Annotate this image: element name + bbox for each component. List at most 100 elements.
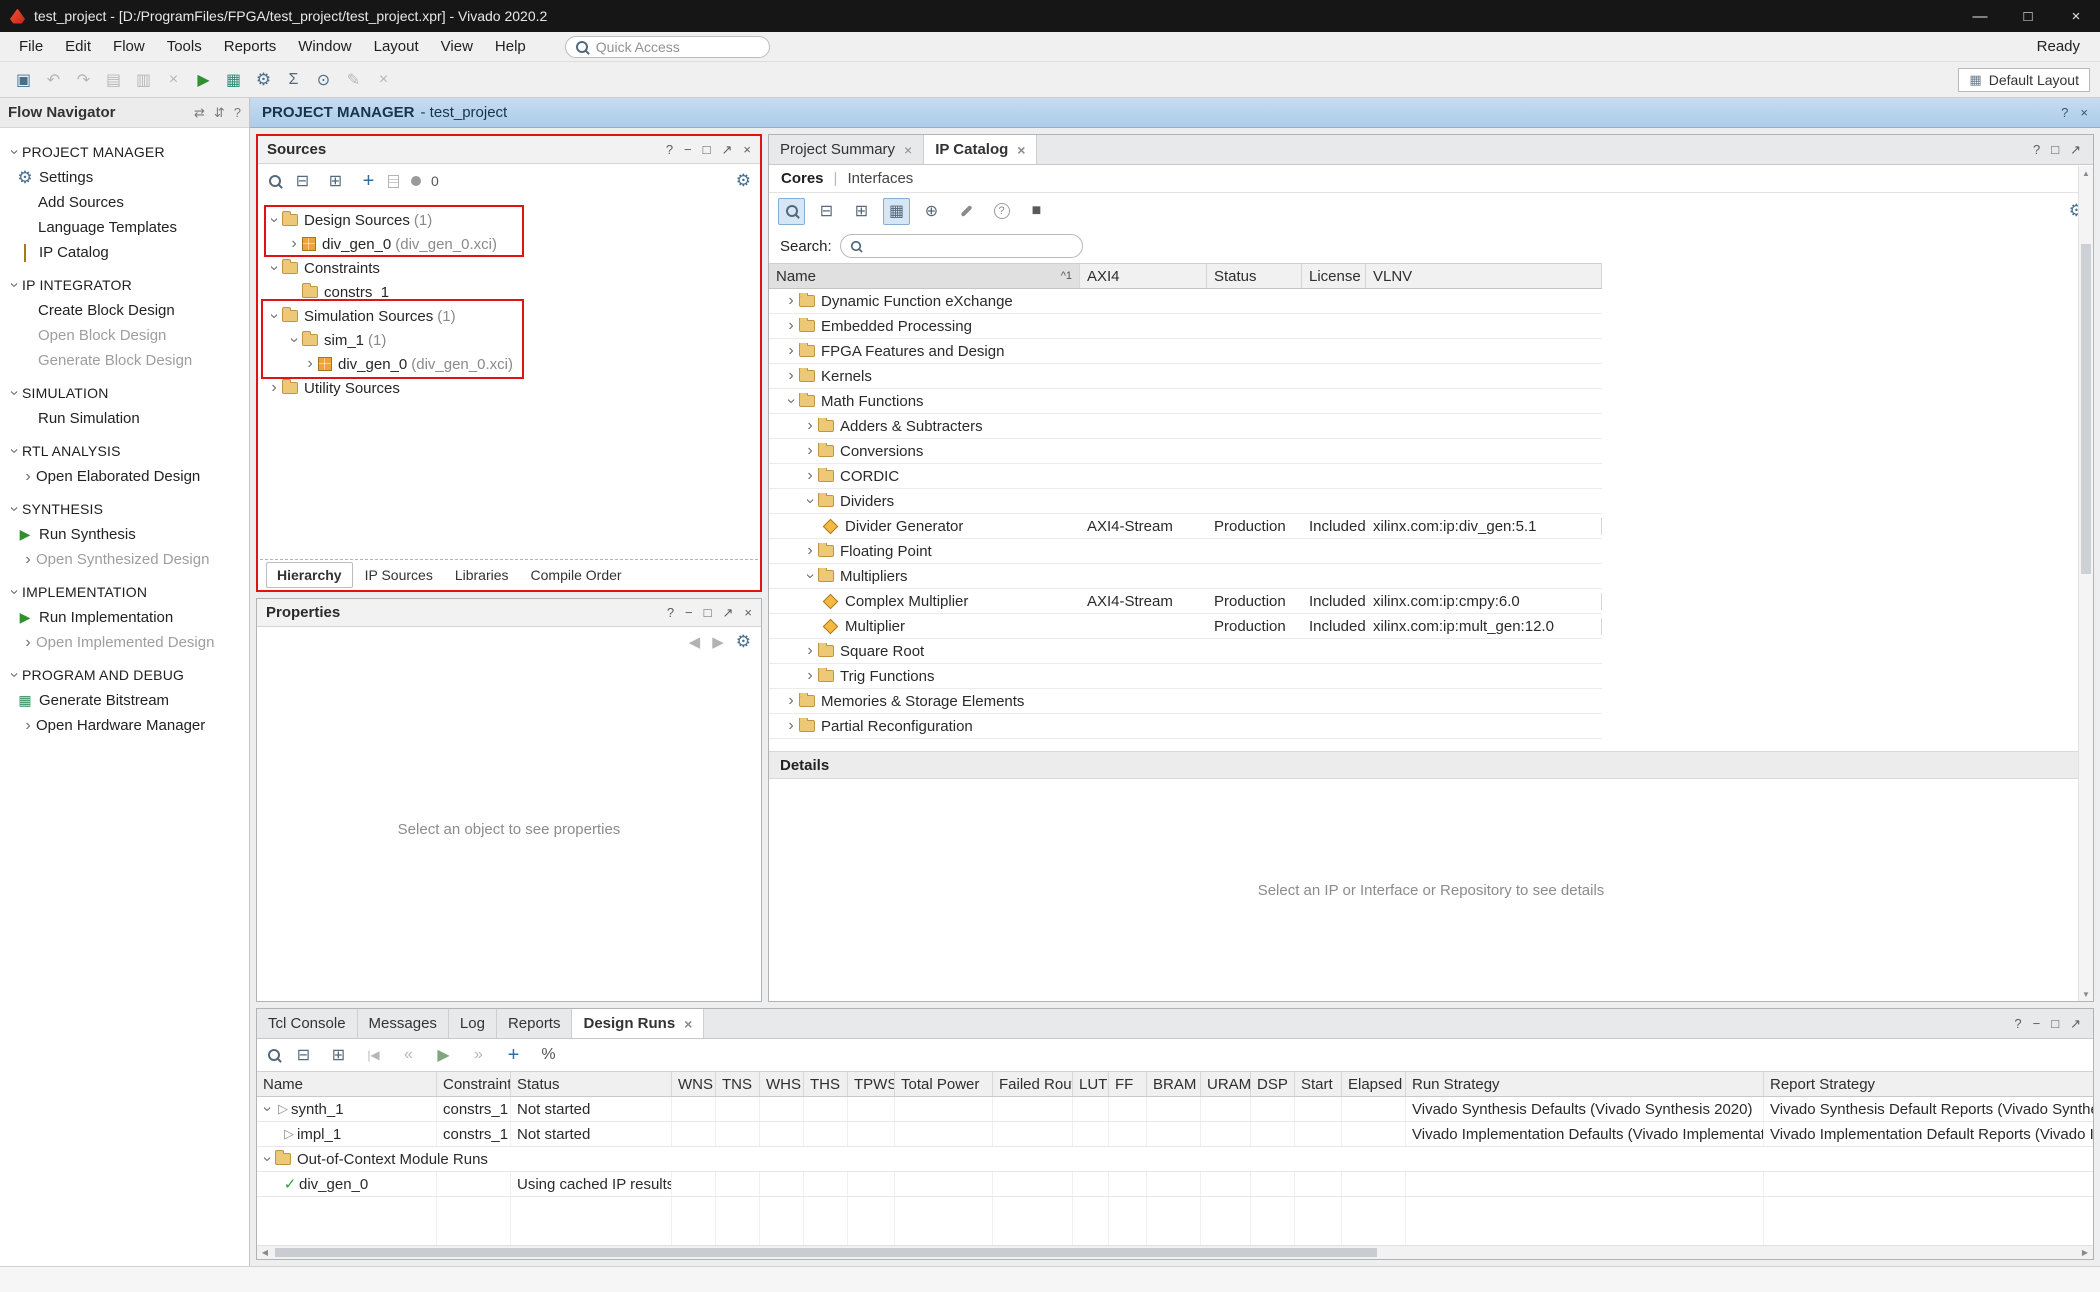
tab-project-summary[interactable]: Project Summary ×	[769, 135, 924, 164]
column-header[interactable]: Status	[511, 1072, 672, 1096]
flownav-item-open-implemented-design[interactable]: › Open Implemented Design	[0, 630, 249, 655]
column-header-status[interactable]: Status	[1207, 264, 1302, 288]
vertical-scrollbar[interactable]: ▲ ▼	[2078, 166, 2093, 1001]
column-header[interactable]: FF	[1109, 1072, 1147, 1096]
scrollbar-thumb[interactable]	[2081, 244, 2091, 574]
redo-icon[interactable]: ↷	[70, 66, 97, 93]
scrollbar-thumb[interactable]	[275, 1248, 1377, 1257]
flownav-item-open-synthesized-design[interactable]: › Open Synthesized Design	[0, 547, 249, 572]
help-icon[interactable]: ?	[666, 142, 673, 158]
program-device-icon[interactable]: ▦	[220, 66, 247, 93]
column-header[interactable]: WHS	[760, 1072, 804, 1096]
section-header-project-manager[interactable]: › PROJECT MANAGER	[0, 139, 249, 165]
section-header-synthesis[interactable]: › SYNTHESIS	[0, 496, 249, 522]
tree-row-design-sources[interactable]: › Design Sources (1)	[258, 208, 760, 232]
scroll-left-icon[interactable]: ◀	[257, 1246, 273, 1259]
tree-row-sim-1[interactable]: › sim_1 (1)	[258, 328, 760, 352]
tab-compile-order[interactable]: Compile Order	[521, 563, 632, 587]
flownav-item-language-templates[interactable]: Language Templates	[0, 215, 249, 240]
close-icon[interactable]: ×	[904, 142, 912, 158]
catalog-row[interactable]: ›Floating Point	[769, 539, 1602, 564]
maximize-icon[interactable]: ↗	[2070, 1016, 2081, 1032]
scroll-down-icon[interactable]: ▼	[2079, 987, 2093, 1001]
copy-icon[interactable]: ▤	[100, 66, 127, 93]
flownav-item-open-block-design[interactable]: Open Block Design	[0, 323, 249, 348]
minimize-icon[interactable]: −	[2033, 1016, 2041, 1031]
maximize-icon[interactable]: ↗	[723, 605, 734, 621]
catalog-row-divider-generator[interactable]: Divider Generator AXI4-Stream Production…	[769, 514, 1602, 539]
menu-tools[interactable]: Tools	[156, 34, 213, 59]
help-icon[interactable]: ?	[2061, 105, 2068, 120]
flownav-item-run-synthesis[interactable]: ▶ Run Synthesis	[0, 522, 249, 547]
column-header[interactable]: URAM	[1201, 1072, 1251, 1096]
tree-row-constraints[interactable]: › Constraints	[258, 256, 760, 280]
minimize-button[interactable]: —	[1956, 0, 2004, 32]
minimize-icon[interactable]: −	[684, 142, 692, 158]
section-header-rtl-analysis[interactable]: › RTL ANALYSIS	[0, 438, 249, 464]
flownav-item-create-block-design[interactable]: Create Block Design	[0, 298, 249, 323]
column-header[interactable]: BRAM	[1147, 1072, 1201, 1096]
ip-search-input[interactable]	[840, 234, 1083, 258]
help-circle-icon[interactable]: ?	[988, 198, 1015, 225]
tree-row-utility-sources[interactable]: › Utility Sources	[258, 376, 760, 400]
run-row-synth-1[interactable]: ›▷synth_1 constrs_1 Not started Vivado S…	[257, 1097, 2093, 1122]
view-cores[interactable]: Cores	[781, 170, 824, 187]
menu-flow[interactable]: Flow	[102, 34, 156, 59]
flownav-item-run-implementation[interactable]: ▶ Run Implementation	[0, 605, 249, 630]
column-header[interactable]: Run Strategy	[1406, 1072, 1764, 1096]
layout-selector[interactable]: ▦ Default Layout	[1958, 68, 2090, 92]
menu-view[interactable]: View	[430, 34, 484, 59]
float-icon[interactable]: □	[2051, 1016, 2059, 1031]
section-header-implementation[interactable]: › IMPLEMENTATION	[0, 579, 249, 605]
menu-file[interactable]: File	[8, 34, 54, 59]
catalog-row[interactable]: ›Memories & Storage Elements	[769, 689, 1602, 714]
tab-log[interactable]: Log	[449, 1009, 497, 1038]
column-header-license[interactable]: License	[1302, 264, 1366, 288]
run-button[interactable]: ▶	[190, 66, 217, 93]
horizontal-scrollbar[interactable]: ◀ ▶	[257, 1245, 2093, 1259]
maximize-button[interactable]: □	[2004, 0, 2052, 32]
column-header[interactable]: Elapsed	[1342, 1072, 1406, 1096]
column-header-vlnv[interactable]: VLNV	[1366, 264, 1602, 288]
tab-messages[interactable]: Messages	[358, 1009, 449, 1038]
float-icon[interactable]: □	[704, 605, 712, 621]
expand-all-icon[interactable]: ⊞	[848, 198, 875, 225]
help-icon[interactable]: ?	[2014, 1016, 2021, 1031]
expand-all-icon[interactable]: ⊞	[325, 1042, 352, 1069]
maximize-icon[interactable]: ↗	[2070, 142, 2081, 158]
menu-layout[interactable]: Layout	[363, 34, 430, 59]
float-icon[interactable]: □	[703, 142, 711, 158]
help-icon[interactable]: ?	[2033, 142, 2040, 157]
catalog-row[interactable]: ›Adders & Subtracters	[769, 414, 1602, 439]
column-header[interactable]: THS	[804, 1072, 848, 1096]
minimize-icon[interactable]: −	[685, 605, 693, 621]
close-icon[interactable]: ×	[2080, 105, 2088, 120]
expand-all-icon[interactable]: ⊞	[322, 168, 349, 195]
gear-icon[interactable]: ⚙	[736, 632, 751, 652]
paste-icon[interactable]: ▥	[130, 66, 157, 93]
column-header[interactable]: DSP	[1251, 1072, 1295, 1096]
search-icon[interactable]	[778, 198, 805, 225]
column-header[interactable]: Name	[257, 1072, 437, 1096]
updown-icon[interactable]: ⇵	[214, 105, 225, 121]
step-forward-icon[interactable]: »	[465, 1042, 492, 1069]
catalog-row[interactable]: ›CORDIC	[769, 464, 1602, 489]
collapse-all-icon[interactable]: ⊟	[289, 168, 316, 195]
catalog-row[interactable]: ›Dynamic Function eXchange	[769, 289, 1602, 314]
column-header[interactable]: Constraints	[437, 1072, 511, 1096]
settings-gear-icon[interactable]: ⚙	[250, 66, 277, 93]
column-header[interactable]: Failed Routes	[993, 1072, 1073, 1096]
tab-libraries[interactable]: Libraries	[445, 563, 519, 587]
step-back-icon[interactable]: «	[395, 1042, 422, 1069]
group-by-category-icon[interactable]: ▦	[883, 198, 910, 225]
delete-icon[interactable]: ×	[160, 66, 187, 93]
edit-icon[interactable]: ✎	[340, 66, 367, 93]
tab-tcl-console[interactable]: Tcl Console	[257, 1009, 358, 1038]
flownav-item-open-elaborated-design[interactable]: › Open Elaborated Design	[0, 464, 249, 489]
timing-icon[interactable]: ⊙	[310, 66, 337, 93]
column-header[interactable]: TNS	[716, 1072, 760, 1096]
column-header-name[interactable]: Name ^1	[769, 264, 1080, 288]
column-header[interactable]: LUT	[1073, 1072, 1109, 1096]
swap-icon[interactable]: ⇄	[194, 105, 205, 121]
tree-row-sim-div-gen-0[interactable]: › div_gen_0 (div_gen_0.xci)	[258, 352, 760, 376]
